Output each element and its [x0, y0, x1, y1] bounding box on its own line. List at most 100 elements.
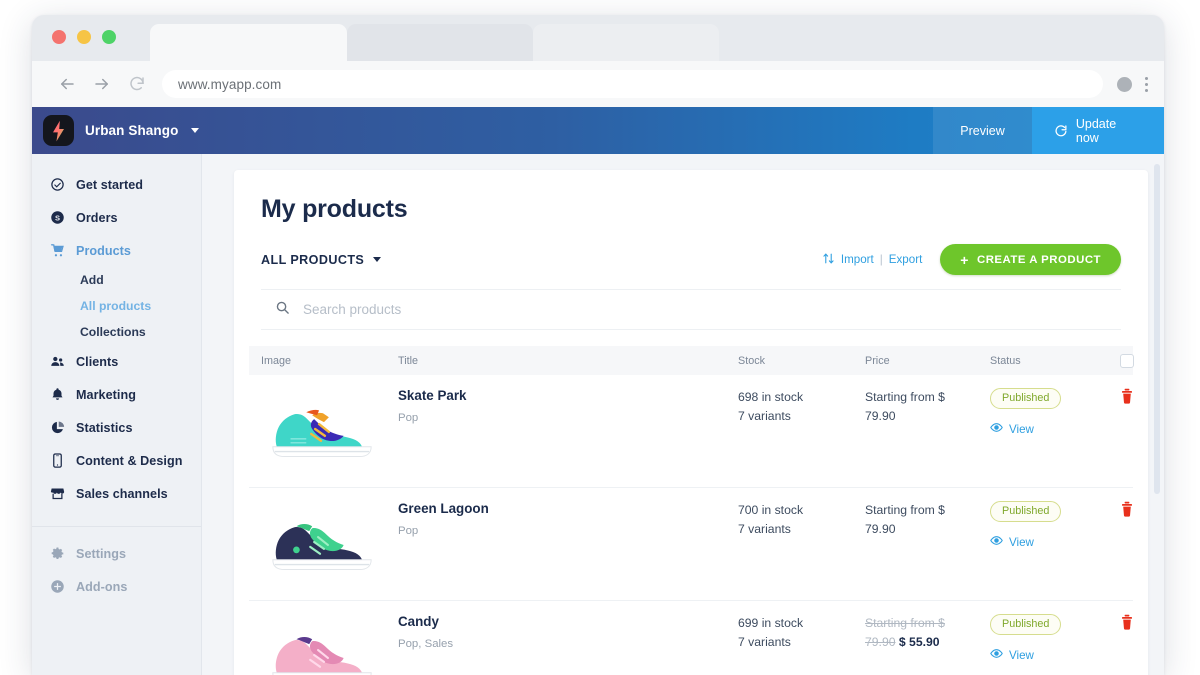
- view-product-link[interactable]: View: [990, 647, 1120, 663]
- browser-tab-3[interactable]: [533, 24, 719, 61]
- table-row[interactable]: Skate Park Pop 698 in stock 7 variants S…: [249, 375, 1133, 488]
- minimize-window-button[interactable]: [77, 30, 91, 44]
- dollar-circle-icon: S: [50, 210, 65, 225]
- search-input[interactable]: [303, 302, 703, 317]
- sidebar-item-get-started[interactable]: Get started: [32, 168, 201, 201]
- maximize-window-button[interactable]: [102, 30, 116, 44]
- cart-icon: [50, 243, 65, 258]
- kebab-menu-icon[interactable]: [1145, 77, 1148, 92]
- select-all-checkbox[interactable]: [1120, 354, 1134, 368]
- product-name: Green Lagoon: [398, 501, 738, 516]
- sidebar-subitem-add[interactable]: Add: [32, 267, 201, 293]
- gear-icon: [50, 546, 65, 561]
- sidebar-subitem-label: Add: [80, 273, 104, 287]
- view-link-label: View: [1009, 649, 1034, 662]
- view-product-link[interactable]: View: [990, 534, 1120, 550]
- product-variants: 7 variants: [738, 520, 865, 539]
- column-header-stock: Stock: [738, 355, 865, 367]
- sidebar-item-marketing[interactable]: Marketing: [32, 378, 201, 411]
- address-bar-url: www.myapp.com: [178, 77, 281, 92]
- trash-icon[interactable]: [1120, 388, 1134, 409]
- products-toolbar: ALL PRODUCTS Import | Export: [234, 224, 1148, 275]
- product-status-cell: Published View: [990, 488, 1120, 600]
- sidebar: Get started S Orders Products: [32, 154, 202, 675]
- update-now-button[interactable]: Update now: [1032, 107, 1164, 154]
- eye-icon: [990, 534, 1003, 550]
- sidebar-item-clients[interactable]: Clients: [32, 345, 201, 378]
- import-export-group: Import | Export: [822, 252, 922, 268]
- product-stock: 699 in stock: [738, 614, 865, 633]
- product-title-cell: Candy Pop, Sales: [398, 601, 738, 675]
- lightning-bolt-logo-icon: [43, 115, 74, 146]
- browser-urlbar: www.myapp.com: [32, 61, 1164, 107]
- product-title-cell: Skate Park Pop: [398, 375, 738, 487]
- sidebar-item-label: Clients: [76, 355, 118, 369]
- sidebar-item-orders[interactable]: S Orders: [32, 201, 201, 234]
- product-name: Candy: [398, 614, 738, 629]
- content-scrollbar[interactable]: [1154, 164, 1160, 494]
- sort-arrows-icon: [822, 252, 835, 268]
- create-product-button[interactable]: + CREATE A PRODUCT: [940, 244, 1121, 275]
- teal-sneaker-image: [263, 393, 381, 465]
- svg-text:S: S: [55, 213, 60, 222]
- profile-avatar[interactable]: [1117, 77, 1132, 92]
- product-tags: Pop: [398, 412, 738, 424]
- product-filter-label: ALL PRODUCTS: [261, 253, 364, 267]
- product-stock-cell: 700 in stock 7 variants: [738, 488, 865, 600]
- product-title-cell: Green Lagoon Pop: [398, 488, 738, 600]
- forward-icon[interactable]: [93, 75, 111, 93]
- sidebar-item-content-design[interactable]: Content & Design: [32, 444, 201, 477]
- pie-chart-icon: [50, 420, 65, 435]
- table-row[interactable]: Candy Pop, Sales 699 in stock 7 variants…: [249, 601, 1133, 675]
- export-link[interactable]: Export: [889, 253, 923, 266]
- column-header-price: Price: [865, 355, 990, 367]
- product-actions-cell: [1120, 488, 1148, 600]
- sidebar-item-sales-channels[interactable]: Sales channels: [32, 477, 201, 510]
- eye-icon: [990, 647, 1003, 663]
- status-badge: Published: [990, 388, 1061, 409]
- sidebar-divider: [32, 526, 201, 527]
- brand-menu[interactable]: Urban Shango: [32, 115, 199, 146]
- sidebar-subitem-label: Collections: [80, 325, 146, 339]
- product-price-value: 79.90: [865, 520, 990, 539]
- sidebar-item-statistics[interactable]: Statistics: [32, 411, 201, 444]
- product-actions-cell: [1120, 601, 1148, 675]
- search-row: [261, 289, 1121, 330]
- product-price-label: Starting from $: [865, 501, 990, 520]
- product-tags: Pop, Sales: [398, 638, 738, 650]
- preview-button-label: Preview: [960, 124, 1004, 138]
- sidebar-subitem-collections[interactable]: Collections: [32, 319, 201, 345]
- sidebar-subitem-all-products[interactable]: All products: [32, 293, 201, 319]
- trash-icon[interactable]: [1120, 614, 1134, 635]
- column-header-title: Title: [398, 355, 738, 367]
- back-icon[interactable]: [58, 75, 76, 93]
- browser-tab-2[interactable]: [347, 24, 533, 61]
- preview-button[interactable]: Preview: [933, 107, 1032, 154]
- sidebar-item-label: Statistics: [76, 421, 133, 435]
- view-product-link[interactable]: View: [990, 421, 1120, 437]
- plus-circle-icon: [50, 579, 65, 594]
- browser-tab-active[interactable]: [150, 24, 347, 61]
- page-title: My products: [234, 170, 1148, 224]
- sidebar-item-label: Content & Design: [76, 454, 182, 468]
- product-filter-dropdown[interactable]: ALL PRODUCTS: [261, 253, 381, 267]
- sidebar-item-settings[interactable]: Settings: [32, 537, 201, 570]
- table-row[interactable]: Green Lagoon Pop 700 in stock 7 variants…: [249, 488, 1133, 601]
- sidebar-item-add-ons[interactable]: Add-ons: [32, 570, 201, 603]
- close-window-button[interactable]: [52, 30, 66, 44]
- import-link[interactable]: Import: [841, 253, 874, 266]
- users-icon: [50, 354, 65, 369]
- product-variants: 7 variants: [738, 633, 865, 652]
- table-header-row: Image Title Stock Price Status: [249, 346, 1133, 375]
- product-status-cell: Published View: [990, 375, 1120, 487]
- navy-green-sneaker-image: [263, 506, 381, 578]
- address-bar[interactable]: www.myapp.com: [162, 70, 1103, 98]
- sidebar-item-products[interactable]: Products: [32, 234, 201, 267]
- sidebar-item-label: Sales channels: [76, 487, 168, 501]
- reload-icon[interactable]: [128, 75, 146, 93]
- trash-icon[interactable]: [1120, 501, 1134, 522]
- status-badge: Published: [990, 614, 1061, 635]
- column-header-image: Image: [261, 355, 398, 367]
- product-name: Skate Park: [398, 388, 738, 403]
- view-link-label: View: [1009, 423, 1034, 436]
